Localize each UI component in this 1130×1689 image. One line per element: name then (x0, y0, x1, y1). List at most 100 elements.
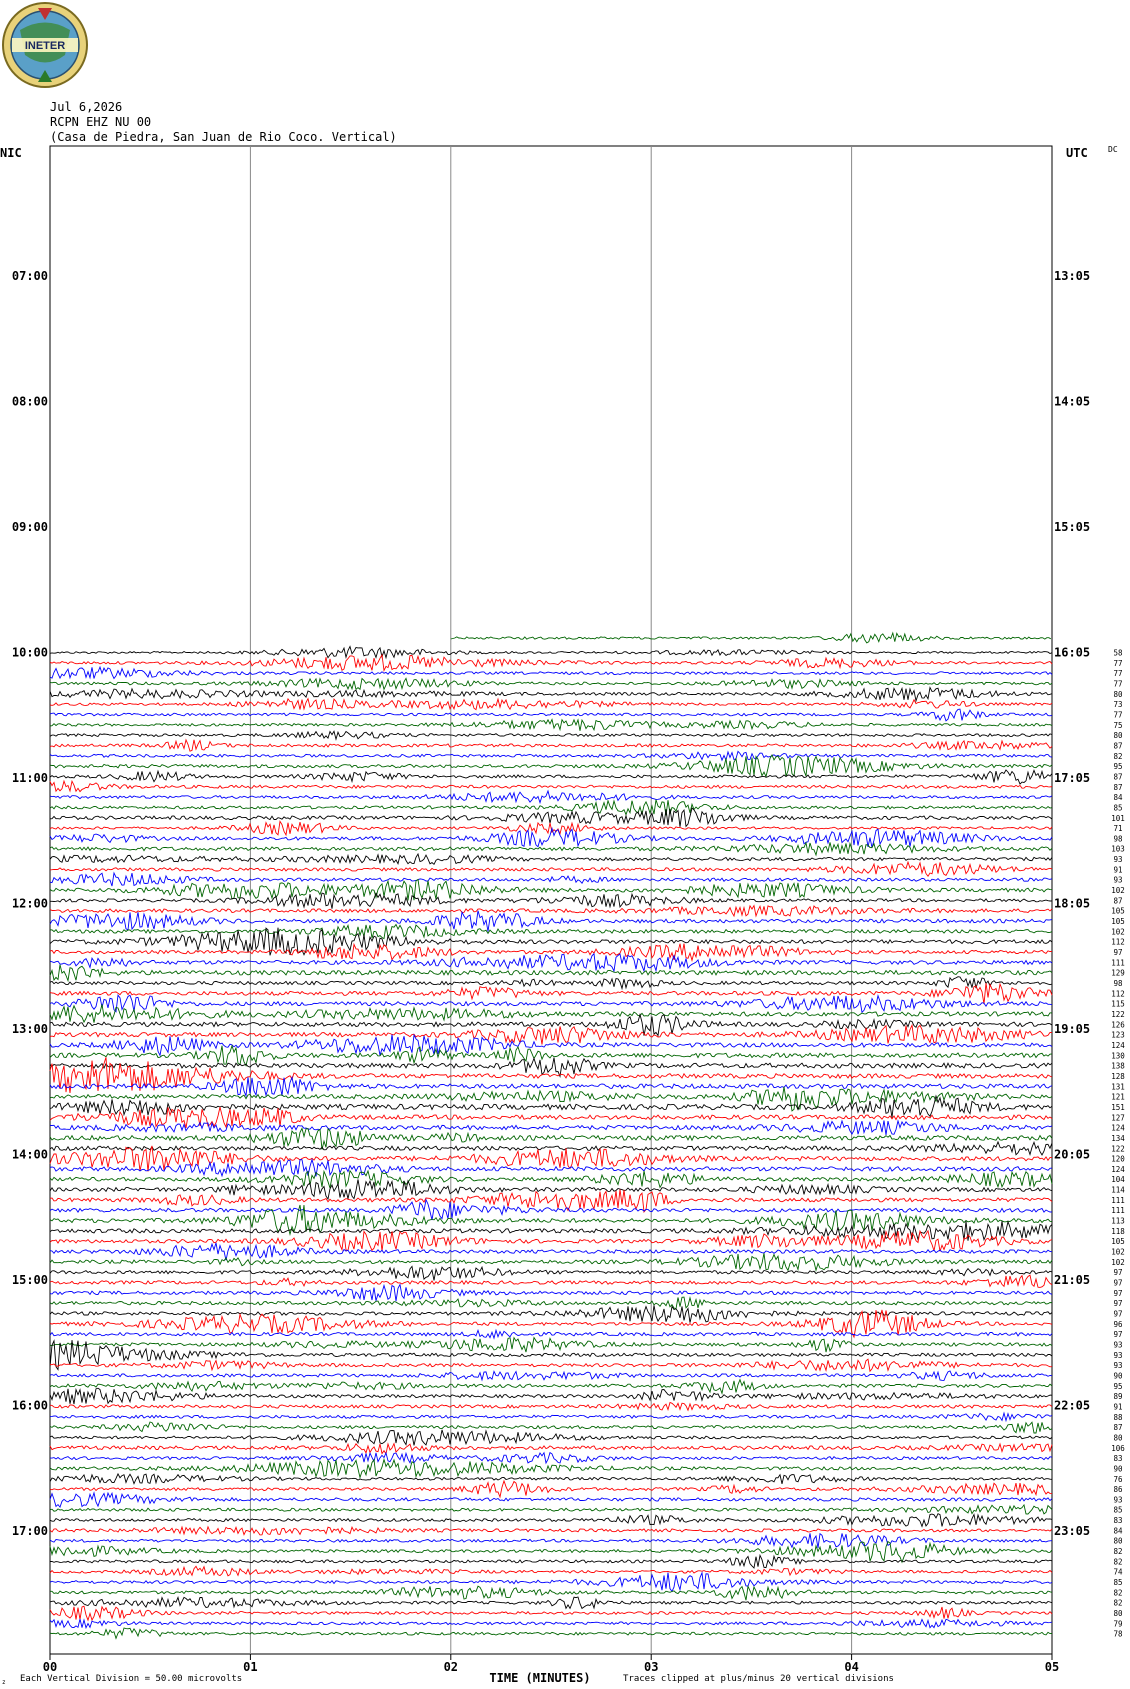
trace-value-label: 77 (1113, 679, 1122, 688)
right-hour-label: 17:05 (1054, 771, 1090, 785)
left-hour-label: 12:00 (12, 897, 48, 911)
left-hour-label: 17:00 (12, 1524, 48, 1538)
seismic-trace (49, 910, 1053, 932)
seismic-trace (49, 686, 1053, 703)
trace-value-label: 104 (1111, 1175, 1125, 1184)
right-hour-label: 21:05 (1054, 1273, 1090, 1287)
trace-value-label: 97 (1113, 1299, 1122, 1308)
left-hour-label: 16:00 (12, 1399, 48, 1413)
seismic-trace (49, 1513, 1053, 1528)
trace-value-label: 80 (1113, 731, 1123, 740)
trace-value-label: 77 (1113, 710, 1122, 719)
seismic-trace (49, 769, 1053, 785)
right-hour-label: 16:05 (1054, 646, 1090, 660)
x-axis-label: TIME (MINUTES) (489, 1671, 590, 1685)
trace-value-label: 113 (1111, 1217, 1125, 1226)
trace-value-label: 97 (1113, 1268, 1122, 1277)
trace-value-label: 75 (1113, 721, 1122, 730)
seismic-trace (49, 1336, 1053, 1353)
left-hour-label: 13:00 (12, 1022, 48, 1036)
seismic-trace (49, 826, 1053, 848)
seismic-trace (49, 878, 1053, 901)
trace-value-label: 105 (1111, 917, 1125, 926)
trace-value-label: 85 (1113, 1506, 1122, 1515)
plot-frame (49, 145, 1053, 1655)
seismic-trace (49, 1401, 1053, 1412)
trace-value-label: 83 (1113, 1516, 1122, 1525)
left-corner-label: NIC (0, 146, 22, 160)
trace-value-label: 82 (1113, 1599, 1122, 1608)
left-hour-label: 14:00 (12, 1148, 48, 1162)
trace-value-label: 95 (1113, 1382, 1122, 1391)
right-hour-label: 23:05 (1054, 1524, 1090, 1538)
trace-value-label: 114 (1111, 1186, 1125, 1195)
seismic-trace (49, 779, 1053, 793)
seismic-trace (49, 1145, 1052, 1172)
trace-value-label: 87 (1113, 1423, 1122, 1432)
seismic-trace (49, 1627, 1053, 1640)
seismic-trace (49, 1358, 1053, 1373)
seismic-trace (49, 841, 1053, 857)
seismic-trace (49, 994, 1053, 1014)
left-hour-label: 08:00 (12, 395, 48, 409)
trace-value-label: 128 (1111, 1072, 1125, 1081)
trace-value-label: 90 (1113, 1464, 1123, 1473)
seismic-trace (49, 789, 1053, 805)
left-hour-label: 10:00 (12, 646, 48, 660)
seismic-trace (49, 753, 1053, 779)
seismic-trace (49, 807, 1053, 828)
trace-value-label: 98 (1113, 979, 1123, 988)
trace-value-label: 126 (1111, 1020, 1125, 1029)
clip-note: Traces clipped at plus/minus 20 vertical… (623, 1674, 894, 1684)
trace-value-label: 98 (1113, 834, 1123, 843)
trace-value-label: 82 (1113, 1547, 1122, 1556)
seismic-trace (49, 1328, 1053, 1340)
trace-value-label: 121 (1111, 1093, 1125, 1102)
seismic-trace (49, 1605, 1053, 1622)
right-hour-label: 20:05 (1054, 1148, 1090, 1162)
seismic-trace (49, 1265, 1053, 1281)
trace-value-label: 89 (1113, 1392, 1122, 1401)
trace-value-label: 93 (1113, 855, 1122, 864)
seismic-trace (49, 1370, 1053, 1382)
right-hour-label: 22:05 (1054, 1399, 1090, 1413)
seismic-trace (49, 1595, 1053, 1610)
seismic-trace (49, 1411, 1053, 1423)
dc-label: DC (1108, 145, 1118, 154)
trace-value-label: 93 (1113, 1340, 1122, 1349)
seismic-trace (49, 1540, 1053, 1564)
trace-value-label: 87 (1113, 783, 1122, 792)
trace-value-label: 97 (1113, 1289, 1122, 1298)
seismic-trace (49, 738, 1053, 752)
seismic-trace (49, 653, 1053, 673)
trace-value-label: 83 (1113, 1454, 1122, 1463)
seismic-trace (49, 1429, 1053, 1446)
trace-value-label: 87 (1113, 741, 1122, 750)
seismic-trace (49, 1033, 1053, 1057)
trace-value-label: 97 (1113, 1330, 1122, 1339)
seismic-trace (49, 1198, 1053, 1221)
seismic-trace (49, 1242, 1053, 1261)
seismic-trace (49, 1503, 1053, 1515)
trace-value-label: 91 (1113, 865, 1122, 874)
trace-value-label: 97 (1113, 1310, 1122, 1319)
trace-value-label: 120 (1111, 1155, 1125, 1164)
seismic-trace (49, 952, 1053, 973)
seismic-trace (49, 730, 1053, 741)
seismic-trace (49, 708, 1053, 722)
scale-note: Each Vertical Division = 50.00 microvolt… (20, 1674, 242, 1684)
trace-value-label: 93 (1113, 1495, 1122, 1504)
trace-value-label: 79 (1113, 1619, 1122, 1628)
seismic-trace (49, 1339, 1053, 1371)
trace-value-label: 102 (1111, 927, 1125, 936)
seismic-trace (49, 1378, 1053, 1396)
trace-value-label: 85 (1113, 803, 1122, 812)
seismic-trace (49, 964, 1053, 983)
seismic-trace (49, 1004, 1053, 1024)
trace-value-label: 82 (1113, 1557, 1122, 1566)
x-tick-label: 01 (243, 1660, 257, 1674)
helicorder-chart: 00 01 02 03 04 05 07:00 13:05 08:00 14:05 09:00 15:… (0, 145, 1125, 1686)
seismic-trace (49, 799, 1053, 816)
seismic-trace (49, 1169, 1053, 1189)
trace-value-label: 122 (1111, 1144, 1125, 1153)
